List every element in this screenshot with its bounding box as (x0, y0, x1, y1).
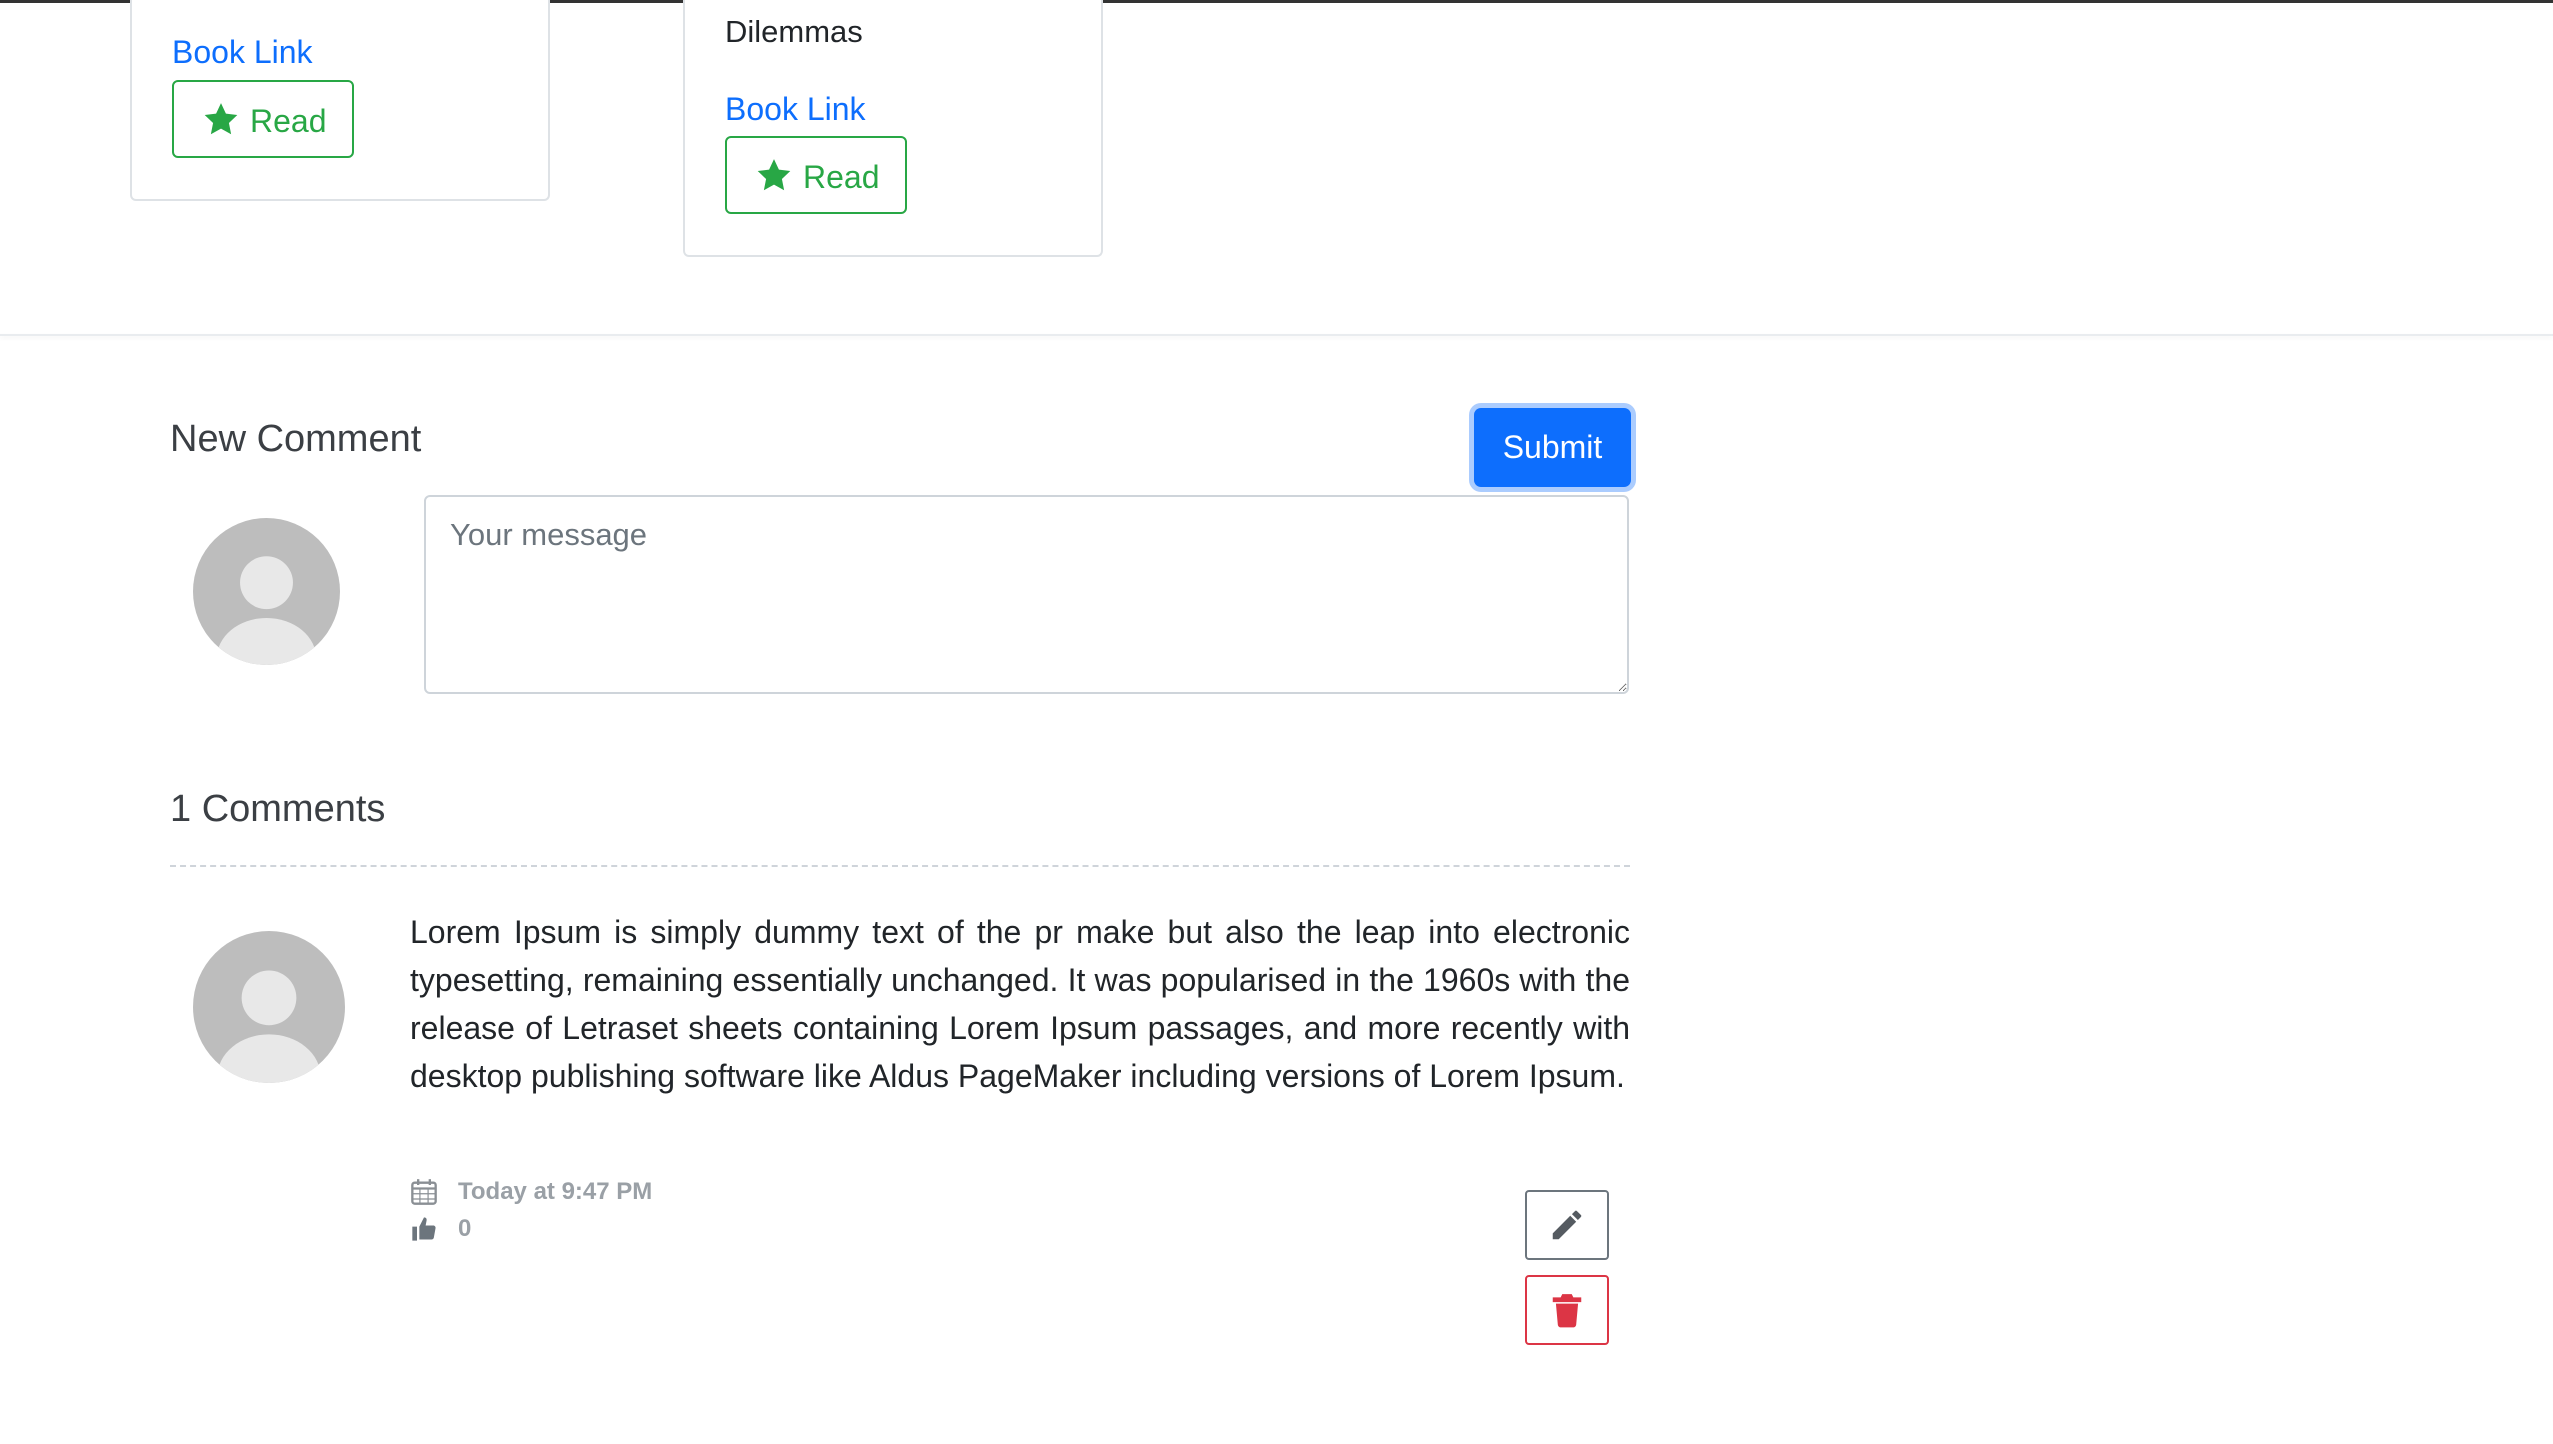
book-card: Book Link Read (130, 0, 550, 201)
comments-divider (170, 865, 1630, 867)
comment-text: Lorem Ipsum is simply dummy text of the … (410, 914, 1630, 1094)
thumbs-up-icon[interactable] (410, 1215, 438, 1243)
likes-count: 0 (458, 1215, 472, 1242)
star-icon (204, 103, 238, 135)
trash-icon (1552, 1294, 1582, 1328)
delete-comment-button[interactable] (1525, 1275, 1609, 1345)
book-link[interactable]: Book Link (725, 91, 866, 128)
book-link[interactable]: Book Link (172, 34, 313, 71)
new-comment-heading: New Comment (170, 418, 422, 460)
comments-heading: 1 Comments (170, 788, 386, 830)
page: Book Link Read Dilemmas Book Link Read N… (0, 0, 2553, 1444)
book-card: Dilemmas Book Link Read (683, 0, 1103, 257)
read-label: Read (803, 158, 880, 195)
timestamp-text: Today at 9:47 PM (458, 1178, 653, 1205)
read-button[interactable]: Read (725, 136, 907, 214)
message-input[interactable] (424, 495, 1629, 694)
section-divider (0, 334, 2553, 336)
comment-timestamp: Today at 9:47 PM (410, 1178, 652, 1206)
read-button[interactable]: Read (172, 80, 354, 158)
submit-button[interactable]: Submit (1474, 408, 1631, 487)
edit-comment-button[interactable] (1525, 1190, 1609, 1260)
pencil-icon (1552, 1210, 1582, 1240)
user-avatar-icon (193, 518, 340, 665)
comment-likes[interactable]: 0 (410, 1215, 471, 1243)
user-avatar-icon (193, 931, 345, 1083)
star-icon (757, 159, 791, 191)
book-title: Dilemmas (725, 14, 863, 49)
calendar-icon (411, 1179, 437, 1205)
read-label: Read (250, 102, 327, 139)
